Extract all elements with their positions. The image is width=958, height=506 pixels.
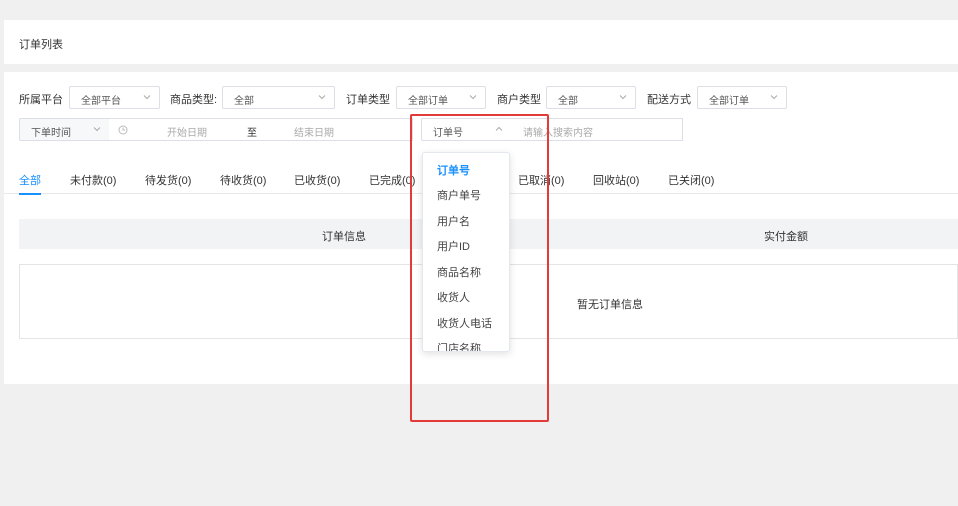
dropdown-option-user-id[interactable]: 用户ID [437, 238, 470, 254]
merchant-type-label: 商户类型 [497, 94, 541, 106]
chevron-down-icon [619, 93, 627, 101]
dropdown-option-product-name[interactable]: 商品名称 [437, 264, 481, 280]
delivery-select[interactable]: 全部订单 [697, 86, 787, 109]
dropdown-option-store-name[interactable]: 门店名称 [437, 340, 481, 351]
merchant-type-select[interactable]: 全部 [546, 86, 636, 109]
chevron-down-icon [318, 93, 326, 101]
platform-select[interactable]: 全部平台 [69, 86, 160, 109]
column-order-info: 订单信息 [322, 231, 366, 243]
tab-closed[interactable]: 已关闭(0) [668, 172, 714, 188]
tab-to-receive[interactable]: 待收货(0) [220, 172, 266, 188]
time-type-select-value: 下单时间 [31, 128, 71, 139]
dropdown-option-username[interactable]: 用户名 [437, 213, 470, 229]
column-paid-amount: 实付金额 [764, 231, 808, 243]
order-type-label: 订单类型 [346, 94, 390, 106]
dropdown-option-merchant-no[interactable]: 商户单号 [437, 187, 481, 203]
merchant-type-select-value: 全部 [558, 96, 578, 107]
date-range-picker[interactable]: 开始日期 至 结束日期 [109, 118, 413, 141]
tab-completed[interactable]: 已完成(0) [369, 172, 415, 188]
search-input[interactable]: 请输入搜索内容 [511, 118, 683, 141]
search-field-dropdown: 订单号 商户单号 用户名 用户ID 商品名称 收货人 收货人电话 门店名称 [422, 152, 510, 352]
product-type-select-value: 全部 [234, 96, 254, 107]
date-range-separator: 至 [247, 128, 257, 139]
platform-select-value: 全部平台 [81, 96, 121, 107]
active-tab-indicator [19, 193, 41, 195]
chevron-down-icon [469, 93, 477, 101]
tab-received[interactable]: 已收货(0) [294, 172, 340, 188]
order-type-select[interactable]: 全部订单 [396, 86, 486, 109]
tab-all[interactable]: 全部 [19, 172, 41, 188]
product-type-label: 商品类型: [170, 94, 218, 106]
end-date-input[interactable]: 结束日期 [294, 124, 334, 139]
tab-to-ship[interactable]: 待发货(0) [145, 172, 191, 188]
tab-unpaid[interactable]: 未付款(0) [70, 172, 116, 188]
search-input-placeholder: 请输入搜索内容 [523, 128, 593, 139]
dropdown-option-order-no[interactable]: 订单号 [437, 162, 470, 178]
page-header: 订单列表 [4, 20, 958, 64]
search-field-select-value: 订单号 [433, 128, 463, 139]
chevron-down-icon [93, 125, 101, 133]
chevron-up-icon [495, 125, 503, 133]
start-date-input[interactable]: 开始日期 [167, 124, 207, 139]
chevron-down-icon [770, 93, 778, 101]
delivery-label: 配送方式 [647, 94, 691, 106]
chevron-down-icon [143, 93, 151, 101]
search-field-select[interactable]: 订单号 [421, 118, 512, 141]
dropdown-option-consignee-phone[interactable]: 收货人电话 [437, 315, 492, 331]
tab-recycle-bin[interactable]: 回收站(0) [593, 172, 639, 188]
dropdown-option-consignee[interactable]: 收货人 [437, 289, 470, 305]
tab-cancelled[interactable]: 已取消(0) [518, 172, 564, 188]
clock-icon [118, 125, 128, 135]
product-type-select[interactable]: 全部 [222, 86, 335, 109]
empty-state-text: 暂无订单信息 [577, 299, 643, 311]
time-type-select[interactable]: 下单时间 [19, 118, 110, 141]
platform-label: 所属平台 [19, 94, 63, 106]
delivery-select-value: 全部订单 [709, 96, 749, 107]
order-type-select-value: 全部订单 [408, 96, 448, 107]
page-title: 订单列表 [19, 39, 63, 51]
